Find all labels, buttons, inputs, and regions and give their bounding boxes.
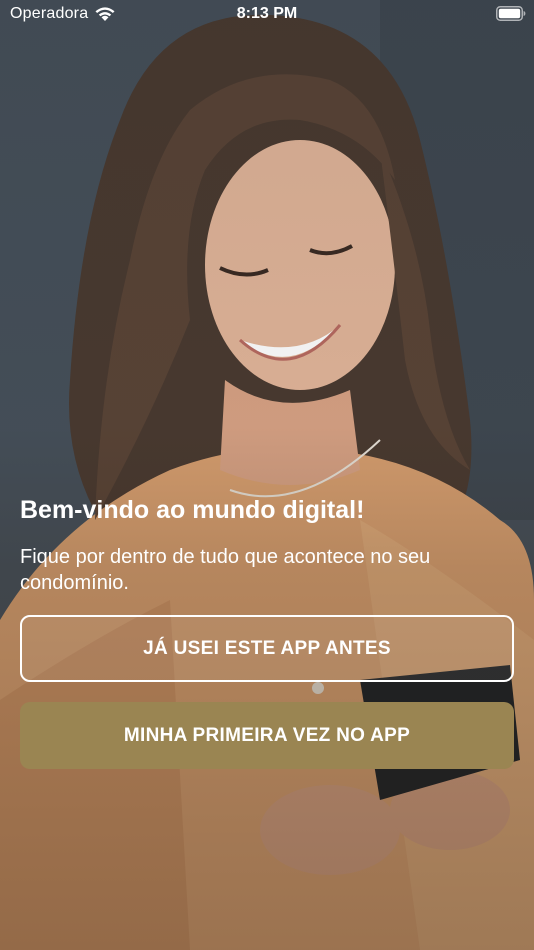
status-bar: Operadora 8:13 PM xyxy=(0,0,534,28)
first-time-button[interactable]: MINHA PRIMEIRA VEZ NO APP xyxy=(20,702,514,769)
first-time-button-label: MINHA PRIMEIRA VEZ NO APP xyxy=(123,724,411,746)
status-time: 8:13 PM xyxy=(236,5,298,22)
battery-icon xyxy=(496,6,526,21)
returning-user-button-label: JÁ USEI ESTE APP ANTES xyxy=(143,637,391,659)
welcome-subtitle: Fique por dentro de tudo que acontece no… xyxy=(20,546,431,594)
welcome-title: Bem-vindo ao mundo digital! xyxy=(20,496,365,524)
returning-user-button[interactable]: JÁ USEI ESTE APP ANTES xyxy=(20,615,514,682)
welcome-panel: Bem-vindo ao mundo digital! Fique por de… xyxy=(20,494,514,769)
welcome-screen: Operadora 8:13 PM Bem-vindo ao mundo dig… xyxy=(0,0,534,950)
background-dim-overlay xyxy=(0,0,534,950)
